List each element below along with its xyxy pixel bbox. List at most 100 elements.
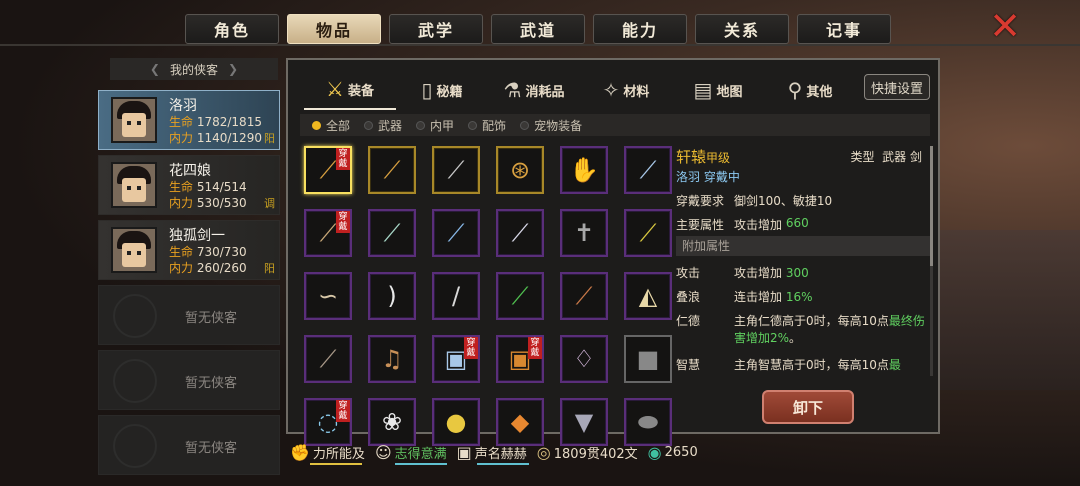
empty-character-slot[interactable]: 暂无侠客 [98,285,280,345]
tab-4[interactable]: 能力 [593,14,687,44]
extra-attr-text: 攻击增加 [734,266,786,280]
item-slot[interactable]: ) [368,272,416,320]
sword-icon: ⟋ [639,156,657,184]
tab-3[interactable]: 武道 [491,14,585,44]
mp-value: 260/260 [196,261,247,275]
extra-attr-value: 主角智慧高于0时，每高10点最 [734,356,901,373]
tab-1[interactable]: 物品 [287,14,381,44]
item-slot[interactable]: ⟋ [560,272,608,320]
category-tabs: ⚔ 装备 ▯ 秘籍 ⚗ 消耗品 ✧ 材料 ▤ 地图 ⚲ 其他 [304,70,856,110]
chevron-right-icon: ❯ [228,62,239,76]
item-slot[interactable]: ● [432,398,480,446]
strength-bar [310,462,362,465]
empty-character-slot[interactable]: 暂无侠客 [98,350,280,410]
item-slot[interactable]: ❀ [368,398,416,446]
pipa-icon: ♫ [381,345,403,373]
radio-icon [416,120,426,130]
category-tab-label: 材料 [623,84,650,100]
equipment-icon: ⚔ [326,77,344,101]
extra-attr-number: 16% [785,290,813,304]
filter-0[interactable]: 全部 [312,117,350,134]
item-slot[interactable]: ∽ [304,272,352,320]
main-attr-number: 660 [785,216,809,230]
main-tab-bar: 角色 物品 武学 武道 能力 关系 记事 [185,14,891,44]
item-slot[interactable]: ◆ [496,398,544,446]
filter-4[interactable]: 宠物装备 [520,117,582,134]
item-slot[interactable]: ⟋ [304,335,352,383]
character-card[interactable]: 独孤剑一 生命 730/730 内力 260/260 阳 [98,220,280,280]
item-slot[interactable]: ✋ [560,146,608,194]
extra-attr-key: 叠浪 [676,290,701,304]
character-list-title: 我的侠客 [169,62,218,77]
item-slot[interactable]: / [432,272,480,320]
item-slot[interactable]: ⟋ [368,146,416,194]
mp-label: 内力 [169,131,194,145]
main-attr-label: 主要属性 [676,218,725,232]
material-icon: ✧ [602,78,620,102]
item-slot[interactable]: ▣ 穿戴 [496,335,544,383]
filter-1[interactable]: 武器 [364,117,402,134]
hp-value: 514/514 [196,180,247,194]
character-card[interactable]: 洛羽 生命 1782/1815 内力 1140/1290 阳 [98,90,280,150]
item-slot[interactable]: ⟋ [496,209,544,257]
filter-3[interactable]: 配饰 [468,117,506,134]
item-slot[interactable]: ⟋ 穿戴 [304,209,352,257]
close-icon[interactable]: ✕ [986,7,1024,45]
character-tag: 阳 [264,262,275,275]
category-tab-2[interactable]: ⚗ 消耗品 [488,70,580,110]
hp-label: 生命 [169,180,194,194]
radio-icon [312,120,321,130]
blade-icon: ⟋ [639,219,657,247]
avatar [111,227,157,273]
extra-attr-key: 智慧 [676,358,701,372]
tab-5[interactable]: 关系 [695,14,789,44]
radio-icon [364,120,374,130]
map-icon: ▤ [693,78,713,102]
character-list-header: ❮ 我的侠客 ❯ [110,58,278,80]
extra-attr: 智慧 主角智慧高于0时，每高10点最 [676,356,926,373]
item-slot[interactable]: ♫ [368,335,416,383]
scrollbar-thumb[interactable] [930,146,933,266]
hp-label: 生命 [169,115,194,129]
category-tab-0[interactable]: ⚔ 装备 [304,70,396,110]
category-tab-3[interactable]: ✧ 材料 [580,70,672,110]
item-slot[interactable]: ▼ [560,398,608,446]
item-slot[interactable]: ♢ [560,335,608,383]
staff-icon: ⟋ [319,345,337,373]
unequip-button[interactable]: 卸下 [762,390,854,424]
book-icon: ▯ [421,78,433,102]
quick-settings-button[interactable]: 快捷设置 [864,74,930,100]
filter-2[interactable]: 内甲 [416,117,454,134]
category-tab-label: 消耗品 [525,84,565,100]
item-slot[interactable]: ⟋ [624,209,672,257]
item-slot[interactable]: ◭ [624,272,672,320]
item-slot[interactable]: ⟋ [496,272,544,320]
tab-2[interactable]: 武学 [389,14,483,44]
item-slot[interactable]: ✝ [560,209,608,257]
character-tag: 阳 [264,132,275,145]
tab-6[interactable]: 记事 [797,14,891,44]
item-slot[interactable]: ◌ 穿戴 [304,398,352,446]
mood-bar [394,462,447,465]
extra-attr-number: 最 [888,358,901,372]
extra-attr-text: 主角智慧高于0时，每高10点 [734,358,889,372]
sword-icon: ⟋ [319,156,337,184]
sword-icon: ⟋ [447,219,465,247]
item-slot[interactable]: ⊛ [496,146,544,194]
category-tab-5[interactable]: ⚲ 其他 [764,70,856,110]
detail-scrollbar[interactable] [930,146,933,376]
item-slot[interactable]: ⟋ [368,209,416,257]
character-card[interactable]: 花四娘 生命 514/514 内力 530/530 调 [98,155,280,215]
category-tab-4[interactable]: ▤ 地图 [672,70,764,110]
item-slot[interactable]: ⟋ 穿戴 [304,146,352,194]
item-slot[interactable]: ⟋ [624,146,672,194]
item-slot[interactable]: ⬬ [624,398,672,446]
item-slot[interactable]: ■ [624,335,672,383]
item-slot[interactable]: ⟋ [432,146,480,194]
item-slot[interactable]: ⟋ [432,209,480,257]
empty-character-slot[interactable]: 暂无侠客 [98,415,280,475]
category-tab-1[interactable]: ▯ 秘籍 [396,70,488,110]
item-slot[interactable]: ▣ 穿戴 [432,335,480,383]
shield-icon: ⊛ [509,156,531,184]
tab-0[interactable]: 角色 [185,14,279,44]
